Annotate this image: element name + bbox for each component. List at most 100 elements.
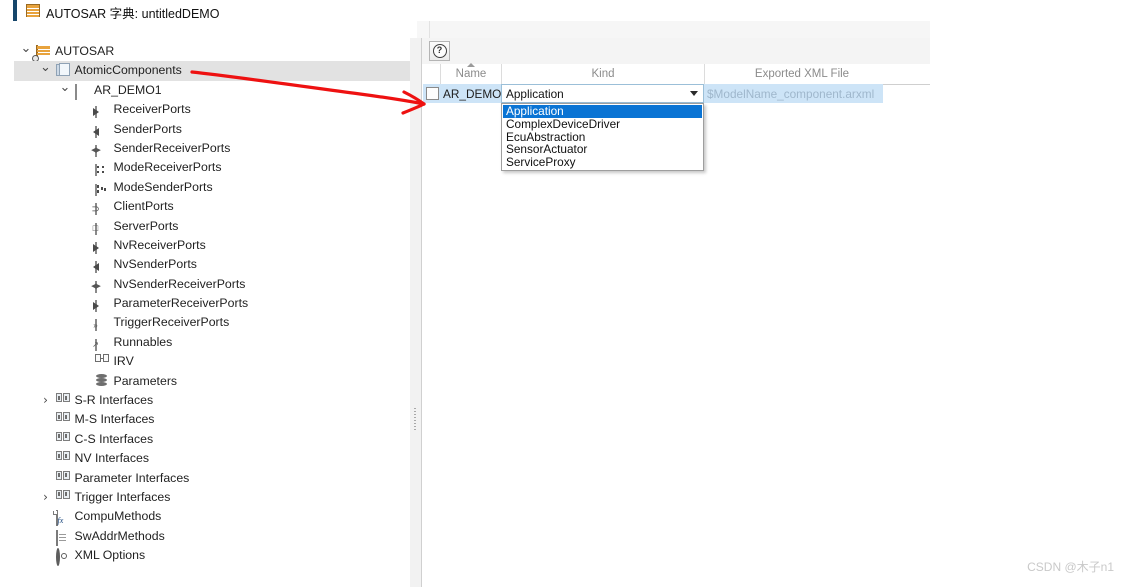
- tree-item-parameter-interfaces[interactable]: Parameter Interfaces: [14, 469, 410, 488]
- tree-item-compumethods[interactable]: fx CompuMethods: [14, 507, 410, 527]
- title-accent-bar: [13, 0, 17, 21]
- tree-item-label: Parameter Interfaces: [74, 470, 190, 485]
- sort-ascending-icon: [467, 63, 475, 67]
- details-panel: ? Name Kind Exported XML File AR_DEMO1 $…: [421, 38, 930, 587]
- sender-port-icon: [92, 122, 110, 138]
- autosar-dictionary-window: AUTOSAR 字典: untitledDEMO ⌄ AUTOSAR ⌄ Atomic…: [0, 0, 1126, 587]
- mode-receiver-port-icon: [94, 160, 110, 177]
- tree-item-label: AtomicComponents: [74, 63, 182, 78]
- row-checkbox[interactable]: [426, 87, 439, 100]
- tree-item-irv[interactable]: IRV: [14, 352, 410, 371]
- autosar-dictionary-icon: [26, 4, 40, 17]
- tree-item-nvsenderreceiverports[interactable]: ◀▶ NvSenderReceiverPorts: [14, 275, 410, 294]
- tree-item-label: Trigger Interfaces: [74, 489, 171, 504]
- dictionary-tree[interactable]: ⌄ AUTOSAR ⌄ AtomicComponents ⌄ AR_DEMO1 Receiv…: [14, 41, 410, 567]
- tree-item-clientports[interactable]: ⊃ ClientPorts: [14, 197, 410, 216]
- interface-icon: [55, 412, 71, 427]
- window-body: ⌄ AUTOSAR ⌄ AtomicComponents ⌄ AR_DEMO1 Receiv…: [14, 21, 930, 587]
- chevron-down-icon[interactable]: ⌄: [59, 80, 71, 100]
- tree-item-parameters[interactable]: Parameters: [14, 372, 410, 391]
- row-name-cell[interactable]: AR_DEMO1: [443, 84, 508, 103]
- tree-item-label: CompuMethods: [74, 509, 162, 524]
- grid-column-name[interactable]: Name: [441, 63, 502, 84]
- interface-icon: [55, 431, 71, 447]
- receiver-port-icon: [92, 102, 110, 119]
- grid-column-kind[interactable]: Kind: [502, 64, 705, 84]
- tree-item-label: NvReceiverPorts: [113, 237, 206, 252]
- grid-column-check[interactable]: [423, 64, 441, 84]
- mode-sender-port-icon: [94, 180, 110, 196]
- tree-item-c-s-interfaces[interactable]: C-S Interfaces: [14, 430, 410, 449]
- nv-sender-receiver-port-icon: ◀▶: [91, 277, 110, 293]
- window-title: AUTOSAR 字典: untitledDEMO: [46, 7, 220, 21]
- tree-item-label: NvSenderPorts: [113, 257, 197, 272]
- tree-item-modesenderports[interactable]: ModeSenderPorts: [14, 178, 410, 197]
- help-button[interactable]: ?: [429, 41, 450, 61]
- tree-item-atomiccomponents[interactable]: ⌄ AtomicComponents: [14, 61, 410, 81]
- splitter-grip[interactable]: [414, 408, 416, 430]
- tree-item-label: ReceiverPorts: [113, 102, 191, 117]
- grid-column-exported-xml[interactable]: Exported XML File: [705, 64, 899, 84]
- tree-item-swaddrmethods[interactable]: SwAddrMethods: [14, 527, 410, 546]
- tree-item-label: Runnables: [113, 334, 173, 349]
- grid-header-filler: [899, 64, 930, 85]
- tree-item-nvreceiverports[interactable]: NvReceiverPorts: [14, 236, 410, 255]
- tree-item-label: SenderPorts: [113, 121, 182, 136]
- tree-item-trigger-interfaces[interactable]: › Trigger Interfaces: [14, 488, 410, 507]
- row-exported-xml-cell[interactable]: $ModelName_component.arxml: [705, 84, 883, 103]
- panel-splitter[interactable]: [410, 38, 421, 587]
- tree-item-modereceiverports[interactable]: ModeReceiverPorts: [14, 158, 410, 177]
- interface-icon: [55, 451, 71, 466]
- client-port-icon: ⊃: [91, 203, 100, 216]
- tree-item-senderreceiverports[interactable]: ◀▶ SenderReceiverPorts: [14, 139, 410, 158]
- tree-panel[interactable]: ⌄ AUTOSAR ⌄ AtomicComponents ⌄ AR_DEMO1 Receiv…: [14, 38, 411, 587]
- kind-option[interactable]: ServiceProxy: [503, 156, 702, 169]
- chevron-down-icon[interactable]: ⌄: [20, 41, 32, 61]
- chevron-down-icon[interactable]: ⌄: [40, 61, 52, 80]
- tree-item-senderports[interactable]: SenderPorts: [14, 120, 410, 139]
- trigger-receiver-port-icon: »: [93, 319, 98, 332]
- tree-item-runnables[interactable]: ↗ Runnables: [14, 333, 410, 352]
- chevron-right-icon[interactable]: ›: [40, 488, 52, 507]
- tree-item-s-r-interfaces[interactable]: › S-R Interfaces: [14, 391, 410, 410]
- tree-item-xml-options[interactable]: XML Options: [14, 546, 410, 567]
- chevron-down-icon[interactable]: [690, 91, 698, 96]
- details-toolbar: ?: [422, 38, 930, 65]
- tree-item-serverports[interactable]: □ ServerPorts: [14, 217, 410, 236]
- kind-option[interactable]: ComplexDeviceDriver: [503, 117, 702, 131]
- sw-addr-methods-icon: [55, 529, 71, 546]
- nv-receiver-port-icon: [92, 238, 110, 254]
- tree-item-label: Parameters: [113, 373, 178, 388]
- grid-column-exported-xml-label: Exported XML File: [754, 68, 850, 80]
- chevron-right-icon[interactable]: ›: [40, 391, 52, 410]
- tree-item-triggerreceiverports[interactable]: » TriggerReceiverPorts: [14, 313, 410, 332]
- interface-icon: [55, 489, 71, 505]
- tree-item-label: ModeReceiverPorts: [113, 160, 222, 175]
- kind-combobox-value: Application: [506, 87, 564, 101]
- grid-column-kind-label: Kind: [591, 68, 615, 80]
- kind-dropdown-list[interactable]: Application ComplexDeviceDriver EcuAbstrac…: [501, 103, 704, 171]
- tree-item-label: NV Interfaces: [74, 451, 150, 466]
- tree-item-autosar[interactable]: ⌄ AUTOSAR: [14, 41, 410, 62]
- tree-item-label: AUTOSAR: [55, 44, 115, 58]
- tree-item-receiverports[interactable]: ReceiverPorts: [14, 100, 410, 119]
- parameter-receiver-port-icon: [92, 296, 110, 313]
- tree-item-label: ParameterReceiverPorts: [113, 296, 249, 311]
- grid-header: Name Kind Exported XML File: [423, 63, 899, 85]
- nv-sender-port-icon: [92, 257, 110, 274]
- question-mark-icon: ?: [432, 44, 447, 58]
- grid-column-name-label: Name: [455, 68, 487, 80]
- compu-methods-icon: fx: [52, 509, 71, 527]
- irv-icon: [94, 354, 110, 369]
- tree-item-label: TriggerReceiverPorts: [113, 315, 230, 330]
- kind-combobox[interactable]: Application: [501, 84, 704, 103]
- tree-item-nvsenderports[interactable]: NvSenderPorts: [14, 255, 410, 274]
- tree-item-ar-demo1[interactable]: ⌄ AR_DEMO1: [14, 80, 410, 100]
- top-strip-right: [429, 21, 930, 38]
- tree-item-label: SwAddrMethods: [74, 528, 165, 543]
- components-grid[interactable]: Name Kind Exported XML File AR_DEMO1 $Mo…: [422, 63, 930, 587]
- kind-option[interactable]: Application: [503, 105, 702, 118]
- tree-item-parameterreceiverports[interactable]: ParameterReceiverPorts: [14, 294, 410, 313]
- tree-item-m-s-interfaces[interactable]: M-S Interfaces: [14, 410, 410, 429]
- tree-item-nv-interfaces[interactable]: NV Interfaces: [14, 449, 410, 468]
